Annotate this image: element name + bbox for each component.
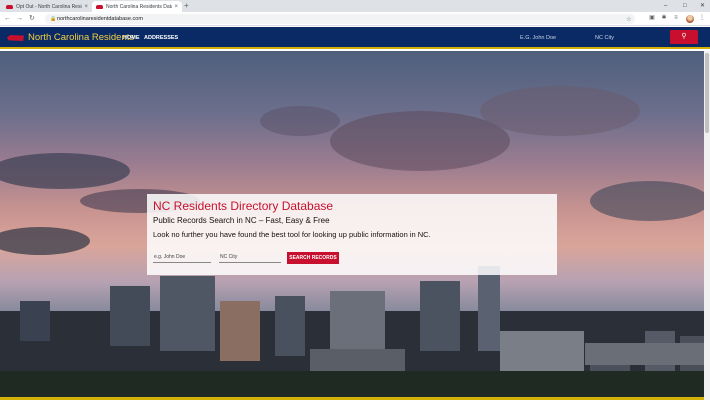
page-description: Look no further you have found the best …: [153, 230, 431, 239]
nav-home[interactable]: HOME: [123, 35, 140, 42]
page-subtitle: Public Records Search in NC – Fast, Easy…: [153, 216, 330, 225]
header-search-button[interactable]: ⚲: [670, 30, 698, 44]
nav-addresses[interactable]: ADDRESSES: [144, 35, 178, 42]
scrollbar-thumb[interactable]: [705, 53, 709, 133]
close-tab-icon[interactable]: ×: [84, 4, 88, 10]
search-card: NC Residents Directory Database Public R…: [147, 194, 557, 275]
menu-dots-icon[interactable]: ⋮: [698, 14, 706, 23]
maximize-icon[interactable]: □: [683, 1, 687, 11]
extension-icon[interactable]: ▣: [648, 14, 656, 23]
browser-tab-opt-out[interactable]: Opt Out - North Carolina Reside ×: [2, 1, 92, 12]
nc-state-logo-icon[interactable]: [7, 35, 24, 41]
tab-title: Opt Out - North Carolina Reside: [16, 3, 83, 10]
forward-icon[interactable]: →: [16, 13, 23, 25]
close-tab-icon[interactable]: ×: [174, 4, 178, 10]
site-header: North Carolina Residents HOME ADDRESSES …: [0, 27, 710, 49]
bookmark-star-icon[interactable]: ☆: [625, 16, 633, 25]
nc-favicon-icon: [6, 4, 13, 9]
browser-tabstrip: Opt Out - North Carolina Reside × North …: [0, 0, 710, 12]
header-name-input[interactable]: [520, 33, 590, 43]
url-text: northcarolinaresidentdatabase.com: [57, 16, 143, 22]
search-icon: ⚲: [681, 33, 687, 40]
header-city-input[interactable]: [595, 33, 665, 43]
profile-avatar[interactable]: [686, 15, 694, 23]
page-title: NC Residents Directory Database: [153, 199, 334, 213]
browser-tab-active[interactable]: North Carolina Residents Datab ×: [92, 1, 182, 12]
media-icon[interactable]: ≡: [672, 14, 680, 23]
site-brand[interactable]: North Carolina Residents: [28, 32, 134, 43]
name-search-input[interactable]: [153, 252, 211, 263]
back-icon[interactable]: ←: [4, 13, 11, 25]
reload-icon[interactable]: ↻: [29, 13, 35, 25]
new-tab-icon[interactable]: +: [184, 1, 189, 11]
minimize-icon[interactable]: –: [664, 1, 667, 11]
tab-title: North Carolina Residents Datab: [106, 3, 173, 10]
lock-icon: 🔒: [50, 16, 57, 22]
close-window-icon[interactable]: ✕: [700, 1, 705, 11]
puzzle-icon[interactable]: ✱: [660, 14, 668, 23]
nc-favicon-icon: [96, 4, 103, 9]
browser-toolbar: ← → ↻ 🔒 northcarolinaresidentdatabase.co…: [0, 12, 710, 26]
search-records-button[interactable]: SEARCH RECORDS: [287, 252, 339, 264]
address-bar[interactable]: 🔒 northcarolinaresidentdatabase.com ☆: [45, 14, 635, 24]
page-scrollbar[interactable]: [704, 51, 710, 400]
city-search-input[interactable]: [219, 252, 281, 263]
